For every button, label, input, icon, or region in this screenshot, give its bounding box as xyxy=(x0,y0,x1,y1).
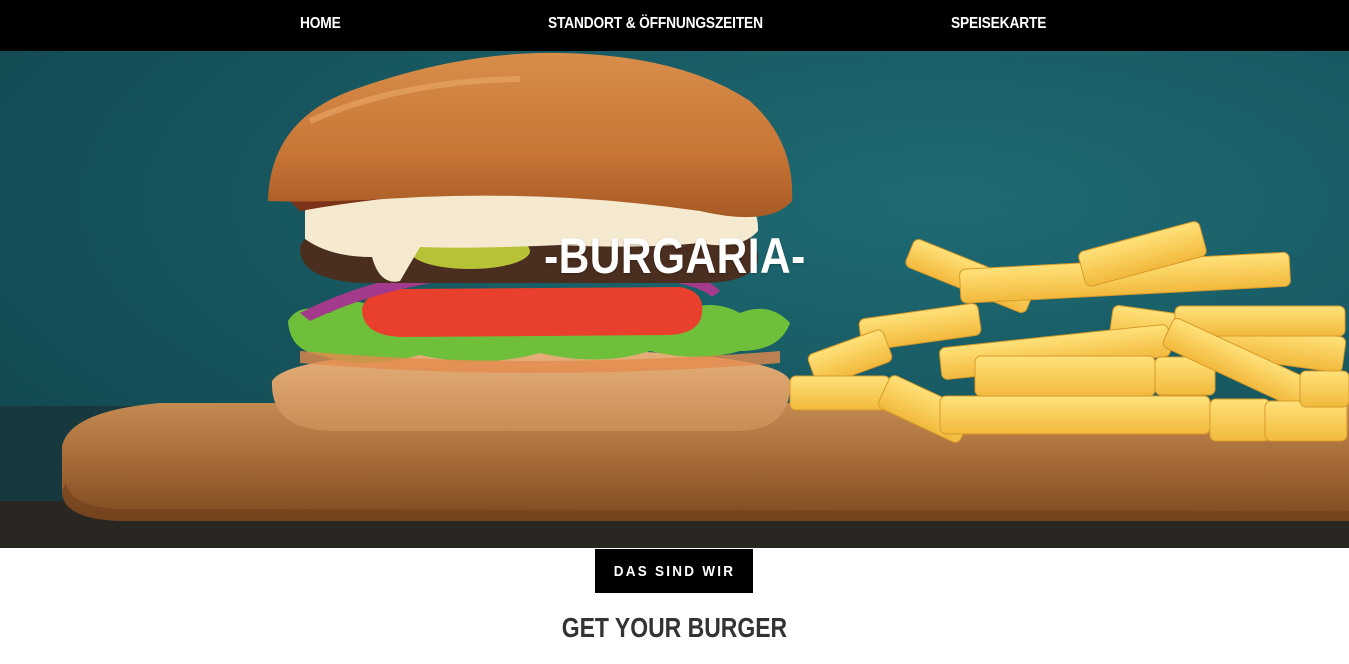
section-title: GET YOUR BURGER xyxy=(0,612,1349,644)
top-navigation-bar: HOME STANDORT & ÖFFNUNGSZEITEN SPEISEKAR… xyxy=(0,0,1349,51)
hero-burger-fries-image xyxy=(0,51,1349,548)
nav-link-home[interactable]: HOME xyxy=(300,15,341,33)
nav-link-standort-oeffnungszeiten[interactable]: STANDORT & ÖFFNUNGSZEITEN xyxy=(548,15,763,33)
das-sind-wir-button-label: DAS SIND WIR xyxy=(613,562,735,580)
das-sind-wir-button[interactable]: DAS SIND WIR xyxy=(595,549,753,593)
nav-link-speisekarte[interactable]: SPEISEKARTE xyxy=(951,15,1046,33)
hero-banner: -BURGARIA- xyxy=(0,51,1349,548)
section-title-text: GET YOUR BURGER xyxy=(561,612,788,643)
hero-title: -BURGARIA- xyxy=(0,227,1349,285)
hero-title-text: -BURGARIA- xyxy=(543,228,806,284)
